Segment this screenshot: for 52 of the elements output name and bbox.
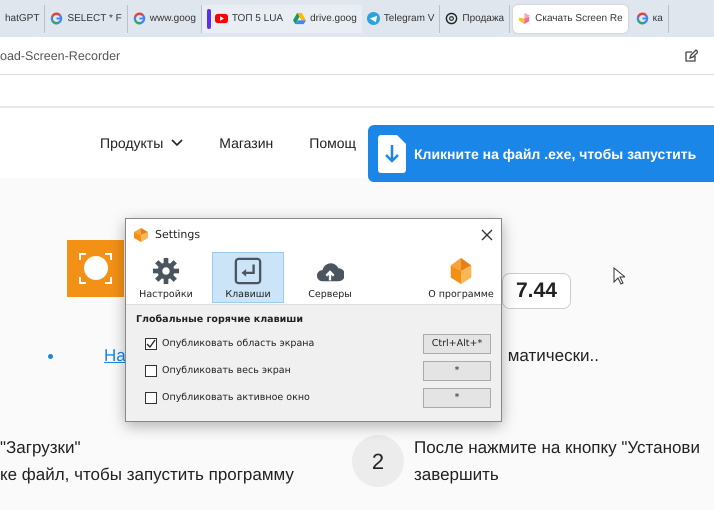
address-text[interactable]: oad-Screen-Recorder [0,48,120,62]
triangle-icon [293,12,306,25]
checkbox-label: Опубликовать активное окно [162,392,310,403]
letter-g-icon [636,12,649,25]
nav-link[interactable]: Магазин [219,135,274,151]
download-link[interactable]: На [104,346,126,366]
mouse-cursor-icon [612,267,625,285]
step-text: После нажмите на кнопку "Установи [414,437,700,459]
step-text: "Загрузки" [0,437,82,459]
step-number: 2 [352,435,404,487]
browser-tab[interactable]: Скачать Screen Re [513,4,628,32]
checkbox[interactable] [145,338,157,350]
nav-link[interactable]: Помощ [309,135,356,151]
paper-plane-icon [366,12,380,25]
browser-tab[interactable]: ТОП 5 LUA [202,4,288,32]
checkbox-label: Опубликовать область экрана [162,338,314,349]
bullet-text: матически.. [508,346,599,366]
toolbar-tab[interactable]: Клавиши [212,252,284,303]
dialog-title: Settings [155,228,200,241]
version-badge: 7.44 [502,273,571,309]
letter-g-icon [132,12,146,25]
section-heading: Глобальные горячие клавиши [136,314,304,325]
toolbar-tab[interactable]: О программе [425,252,497,303]
hotkey-field[interactable]: Ctrl+Alt+* [423,334,491,354]
step-text: завершить [414,464,500,486]
browser-tab[interactable]: Telegram V [362,4,440,32]
close-icon[interactable] [481,228,493,240]
checkbox[interactable] [145,364,157,376]
browser-tab[interactable]: Продажа [440,4,510,32]
letter-g-icon [50,12,64,25]
checkbox-label: Опубликовать весь экран [162,365,291,376]
browser-tab[interactable]: drive.goog [288,4,362,32]
browser-tab[interactable]: SELECT * F [45,4,128,32]
hotkey-field[interactable]: * [423,388,491,408]
play-icon [214,12,228,25]
camera-logo-icon [67,240,124,297]
app-logo-icon [134,228,148,242]
chevron-down-icon [171,139,184,147]
hotkey-field[interactable]: * [423,360,491,380]
toolbar-tab[interactable]: Серверы [294,252,366,303]
checkbox[interactable] [145,392,157,404]
enter-key-icon [234,257,262,285]
download-file-icon [378,134,406,172]
gear-icon [152,257,180,285]
toolbar-tab[interactable]: Настройки [130,252,202,303]
browser-tab[interactable]: hatGPT [0,4,46,32]
step-text: ке файл, чтобы запустить программу [0,464,294,486]
edit-icon[interactable] [684,48,698,62]
banner-text: Кликните на файл .exe, чтобы запустить [414,146,696,162]
bullet-icon [48,354,53,358]
nav-link[interactable]: Продукты [100,135,184,151]
browser-tab[interactable]: ка [630,4,669,32]
